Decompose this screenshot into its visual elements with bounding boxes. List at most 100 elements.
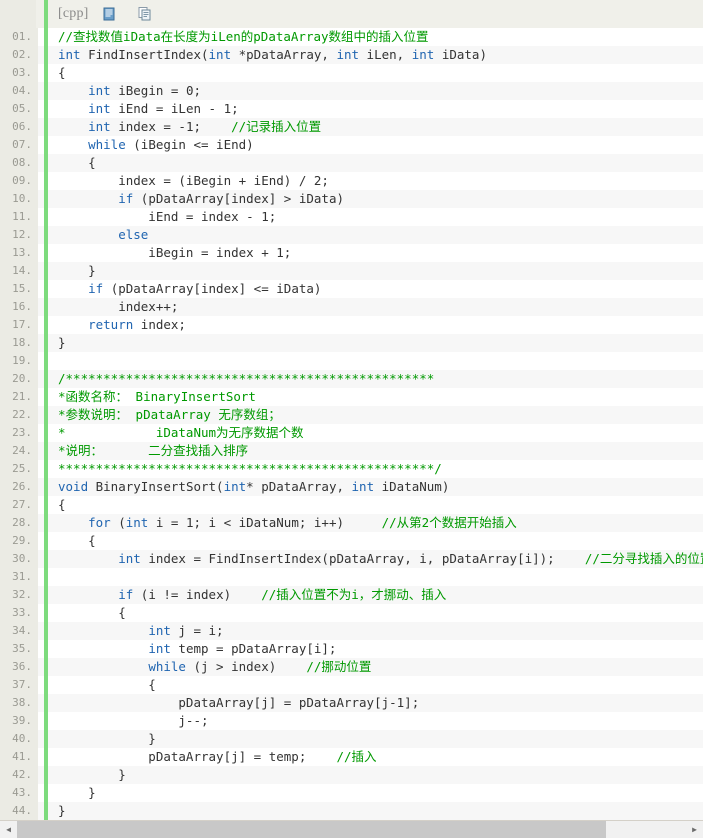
line-number: 31.: [0, 568, 38, 586]
code-keyword: int: [88, 83, 111, 98]
code-line-content: *说明： 二分查找插入排序: [56, 442, 703, 460]
code-keyword: if: [118, 191, 134, 206]
code-line-content: return index;: [56, 316, 703, 334]
line-number: 14.: [0, 262, 38, 280]
line-number: 30.: [0, 550, 38, 568]
code-text: }: [58, 263, 96, 278]
copy-to-clipboard-icon[interactable]: [137, 6, 153, 22]
code-line: 21. *函数名称： BinaryInsertSort: [0, 388, 703, 406]
code-line: 27. {: [0, 496, 703, 514]
line-number: 35.: [0, 640, 38, 658]
code-line-content: {: [56, 496, 703, 514]
code-snippet-widget: [cpp] 01.//查找数值iData在长度为iLen的pDataArray数…: [0, 0, 703, 838]
code-line-content: }: [56, 766, 703, 784]
code-line-content: ****************************************…: [56, 460, 703, 478]
code-line-content: }: [56, 262, 703, 280]
scroll-right-arrow[interactable]: ▶: [686, 821, 703, 838]
code-line-content: * iDataNum为无序数据个数: [56, 424, 703, 442]
code-keyword: int: [336, 47, 360, 62]
code-line: 43. }: [0, 784, 703, 802]
scroll-left-arrow[interactable]: ◀: [0, 821, 17, 838]
code-comment: //二分寻找插入的位置: [584, 551, 703, 566]
horizontal-scrollbar[interactable]: ◀ ▶: [0, 820, 703, 838]
line-number: 26.: [0, 478, 38, 496]
code-line-content: int j = i;: [56, 622, 703, 640]
code-line: 42. }: [0, 766, 703, 784]
code-line-content: {: [56, 676, 703, 694]
code-comment: /***************************************…: [58, 371, 435, 386]
code-line: 24. *说明： 二分查找插入排序: [0, 442, 703, 460]
code-comment: *函数名称： BinaryInsertSort: [58, 389, 256, 404]
code-line: 31.: [0, 568, 703, 586]
code-line: 32. if (i != index) //插入位置不为i，才挪动、插入: [0, 586, 703, 604]
code-keyword: int: [208, 47, 232, 62]
code-line: 15. if (pDataArray[index] <= iData): [0, 280, 703, 298]
code-keyword: return: [88, 317, 134, 332]
line-number: 22.: [0, 406, 38, 424]
code-text: iEnd = iLen - 1;: [110, 101, 239, 116]
code-comment: //插入: [336, 749, 377, 764]
language-tag: [cpp]: [58, 6, 89, 21]
code-line: 12. else: [0, 226, 703, 244]
line-number: 13.: [0, 244, 38, 262]
code-line: 06. int index = -1; //记录插入位置: [0, 118, 703, 136]
code-text: pDataArray[j] = pDataArray[j-1];: [58, 695, 420, 710]
line-number: 12.: [0, 226, 38, 244]
code-keyword: int: [148, 623, 171, 638]
code-text: j--;: [58, 713, 209, 728]
code-line: 02. int FindInsertIndex(int *pDataArray, …: [0, 46, 703, 64]
code-text: {: [58, 533, 96, 548]
line-number: 15.: [0, 280, 38, 298]
code-text: {: [58, 497, 66, 512]
line-number: 37.: [0, 676, 38, 694]
scrollbar-track[interactable]: [17, 821, 686, 838]
code-line-content: pDataArray[j] = pDataArray[j-1];: [56, 694, 703, 712]
code-line: 36. while (j > index) //挪动位置: [0, 658, 703, 676]
code-text: }: [58, 803, 66, 818]
code-keyword: else: [118, 227, 149, 242]
code-keyword: int: [118, 551, 141, 566]
code-keyword: int: [148, 641, 171, 656]
code-line-content: }: [56, 784, 703, 802]
line-number: 10.: [0, 190, 38, 208]
code-line-content: index = (iBegin + iEnd) / 2;: [56, 172, 703, 190]
code-line: 01. //查找数值iData在长度为iLen的pDataArray数组中的插入位…: [0, 28, 703, 46]
toolbar-accent-bar: [44, 0, 48, 28]
line-number: 05.: [0, 100, 38, 118]
view-plain-icon[interactable]: [101, 6, 117, 22]
code-line-content: int temp = pDataArray[i];: [56, 640, 703, 658]
code-line: 40. }: [0, 730, 703, 748]
code-scroll-area[interactable]: 01. //查找数值iData在长度为iLen的pDataArray数组中的插入位…: [0, 28, 703, 820]
code-text: (: [110, 515, 126, 530]
code-keyword: while: [148, 659, 186, 674]
code-line-content: index++;: [56, 298, 703, 316]
code-line-content: int index = -1; //记录插入位置: [56, 118, 703, 136]
code-line: 05. int iEnd = iLen - 1;: [0, 100, 703, 118]
code-text: iDataNum): [374, 479, 450, 494]
line-number: 04.: [0, 82, 38, 100]
code-line-content: if (i != index) //插入位置不为i，才挪动、插入: [56, 586, 703, 604]
code-line-content: int FindInsertIndex(int *pDataArray, int…: [56, 46, 703, 64]
line-number: 11.: [0, 208, 38, 226]
code-line-content: else: [56, 226, 703, 244]
line-number: 41.: [0, 748, 38, 766]
code-line: 16. index++;: [0, 298, 703, 316]
code-line-content: /***************************************…: [56, 370, 703, 388]
scrollbar-thumb[interactable]: [17, 821, 606, 838]
code-text: BinaryInsertSort(: [88, 479, 224, 494]
code-line: 18.}: [0, 334, 703, 352]
code-line: 07. while (iBegin <= iEnd): [0, 136, 703, 154]
code-text: }: [58, 731, 156, 746]
scroll-right-arrow-glyph: ▶: [692, 824, 697, 834]
code-text: index = FindInsertIndex(pDataArray, i, p…: [140, 551, 585, 566]
code-line: 39. j--;: [0, 712, 703, 730]
code-keyword: for: [88, 515, 111, 530]
line-number: 23.: [0, 424, 38, 442]
